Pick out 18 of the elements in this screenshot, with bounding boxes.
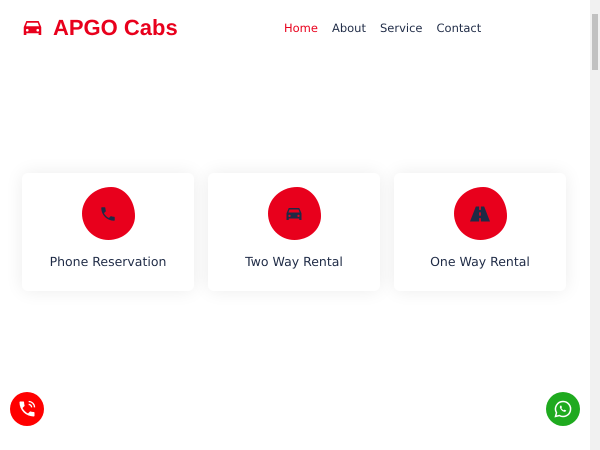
road-icon [470,206,490,222]
service-title: Phone Reservation [50,254,166,269]
service-title: One Way Rental [430,254,530,269]
whatsapp-button[interactable] [546,392,580,426]
nav-link[interactable]: Home [284,21,318,35]
nav-link[interactable]: Service [380,21,422,35]
scrollbar-thumb[interactable] [592,14,598,70]
phone-icon [99,204,117,222]
brand-name: APGO Cabs [53,15,178,41]
service-title: Two Way Rental [245,254,343,269]
phone-ringing-icon [17,399,37,419]
scrollbar[interactable] [590,0,600,450]
car-icon [285,206,303,222]
nav-link[interactable]: Contact [436,21,482,35]
nav-link[interactable]: About [332,21,366,35]
chat-phone-icon [553,399,573,419]
car-icon [22,19,43,37]
call-button[interactable] [10,392,44,426]
